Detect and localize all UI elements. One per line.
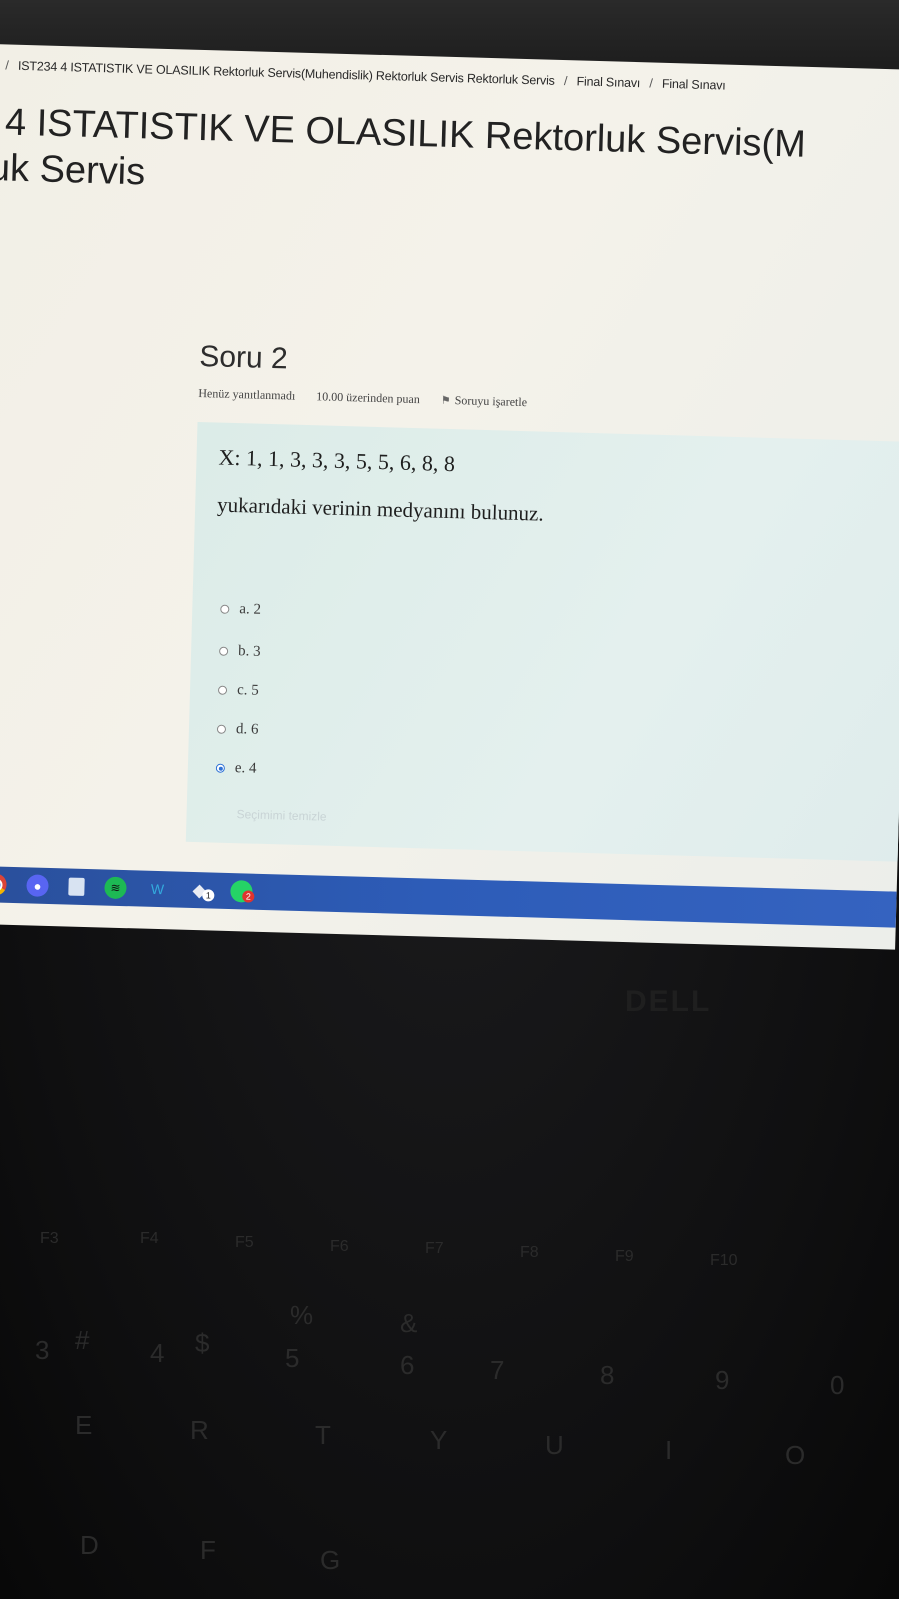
photo: DELL / IST234 4 ISTATISTIK VE OLASILIK R…	[0, 0, 899, 1599]
key: F10	[710, 1252, 738, 1269]
notification-badge: 1	[202, 889, 215, 902]
key: F9	[615, 1248, 634, 1265]
keyboard: F3 F4 F5 F6 F7 F8 F9 F10 3 # 4 $ 5 % 6 &…	[0, 1200, 899, 1599]
key: 5	[285, 1343, 300, 1373]
discord-icon[interactable]: ●	[26, 874, 49, 897]
key: $	[195, 1328, 210, 1358]
breadcrumb: / IST234 4 ISTATISTIK VE OLASILIK Rektor…	[0, 58, 726, 92]
answer-option-a[interactable]: a. 2	[220, 601, 261, 619]
key: F4	[140, 1230, 159, 1247]
question-status: Henüz yanıtlanmadı	[198, 385, 296, 403]
question-content: X: 1, 1, 3, 3, 3, 5, 5, 6, 8, 8 yukarıda…	[185, 421, 899, 862]
dell-logo: DELL	[625, 985, 712, 1018]
question-meta: Henüz yanıtlanmadı 10.00 üzerinden puan …	[198, 385, 527, 409]
radio-button[interactable]	[219, 646, 229, 656]
answer-option-label: b. 3	[237, 643, 261, 660]
key: 0	[830, 1370, 845, 1400]
answer-option-label: d. 6	[235, 721, 259, 738]
key: F7	[425, 1240, 444, 1257]
monitor-screen: / IST234 4 ISTATISTIK VE OLASILIK Rektor…	[0, 44, 899, 950]
calculator-icon[interactable]	[68, 877, 85, 896]
key: R	[190, 1415, 209, 1445]
page-title: - 4 ISTATISTIK VE OLASILIK Rektorluk Ser…	[0, 99, 806, 214]
spotify-icon[interactable]: ≋	[104, 876, 127, 900]
flag-icon: ⚑	[440, 394, 451, 408]
breadcrumb-item-course[interactable]: IST234 4 ISTATISTIK VE OLASILIK Rektorlu…	[18, 59, 555, 88]
key: &	[400, 1308, 418, 1338]
key: F3	[40, 1230, 59, 1247]
key: O	[785, 1440, 806, 1470]
answer-option-b[interactable]: b. 3	[219, 643, 261, 661]
key: %	[290, 1300, 314, 1330]
breadcrumb-item-exam[interactable]: Final Sınavı	[576, 74, 640, 90]
key: F	[200, 1535, 216, 1565]
flag-question-label: Soruyu işaretle	[454, 393, 528, 410]
key: #	[75, 1325, 90, 1355]
question-number: Soru 2	[198, 339, 289, 376]
radio-button[interactable]	[216, 724, 227, 734]
chrome-icon[interactable]	[0, 873, 7, 896]
taskbar: ● ≋ W ◆ 1 2	[0, 865, 897, 928]
radio-button[interactable]	[220, 604, 230, 614]
key: D	[80, 1530, 99, 1560]
radio-button[interactable]	[217, 685, 228, 695]
key: 4	[150, 1338, 165, 1368]
key: F6	[330, 1238, 349, 1255]
question-info: Soru 2 Henüz yanıtlanmadı 10.00 üzerinde…	[198, 339, 527, 409]
key: Y	[430, 1425, 448, 1455]
key: 7	[490, 1355, 505, 1385]
question-prompt: yukarıdaki verinin medyanını bulunuz.	[216, 492, 545, 526]
answer-option-label: a. 2	[239, 601, 262, 618]
question-points: 10.00 üzerinden puan	[316, 389, 421, 407]
key: I	[665, 1435, 673, 1465]
key: 3	[35, 1335, 50, 1365]
clear-selection-link[interactable]: Seçimimi temizle	[236, 807, 326, 824]
key: 9	[715, 1365, 730, 1395]
radio-button-selected[interactable]	[215, 763, 225, 773]
breadcrumb-separator: /	[563, 74, 568, 89]
answer-option-d[interactable]: d. 6	[216, 721, 259, 739]
question-data: X: 1, 1, 3, 3, 3, 5, 5, 6, 8, 8	[218, 444, 456, 477]
flag-question-link[interactable]: ⚑ Soruyu işaretle	[441, 393, 546, 410]
notification-badge: 2	[242, 890, 255, 903]
answer-option-e[interactable]: e. 4	[215, 760, 257, 778]
answer-option-label: e. 4	[234, 760, 257, 777]
key: T	[315, 1420, 331, 1450]
breadcrumb-separator: /	[5, 58, 9, 73]
word-icon[interactable]: W	[146, 878, 169, 901]
key: 8	[600, 1360, 615, 1390]
key: F8	[520, 1244, 539, 1261]
answer-option-label: c. 5	[236, 682, 259, 699]
key: 6	[400, 1350, 415, 1380]
breadcrumb-separator: /	[649, 76, 653, 91]
visual-studio-icon[interactable]: ◆ 1	[188, 879, 215, 902]
key: E	[75, 1410, 93, 1440]
whatsapp-icon[interactable]: 2	[230, 880, 255, 903]
answer-option-c[interactable]: c. 5	[217, 682, 259, 700]
breadcrumb-item-exam-page[interactable]: Final Sınavı	[662, 77, 726, 93]
key: F5	[235, 1234, 254, 1251]
key: G	[320, 1545, 341, 1575]
key: U	[545, 1430, 564, 1460]
